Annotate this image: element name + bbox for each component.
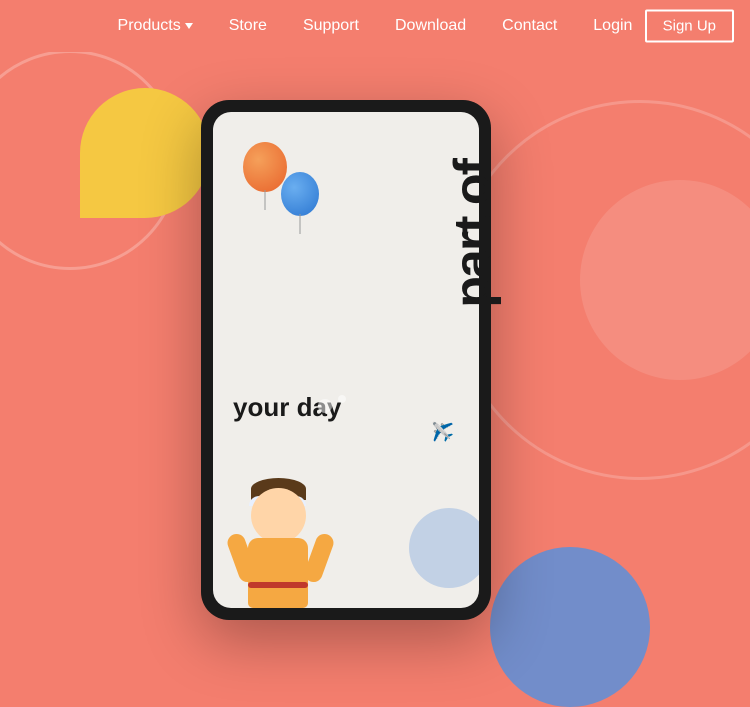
nav-support[interactable]: Support [303, 17, 359, 35]
signup-button[interactable]: Sign Up [645, 10, 734, 43]
bg-circle-top-left-outer [0, 50, 180, 270]
screen-circle-br [409, 508, 479, 588]
device-frame: your day ✈️ [201, 100, 491, 620]
nav-download[interactable]: Download [395, 17, 466, 35]
nav-store[interactable]: Store [229, 17, 267, 35]
device-mockup: your day ✈️ part of [201, 100, 491, 620]
balloon-blue [281, 172, 319, 216]
bubble-1 [318, 399, 332, 413]
bg-circle-bottom-right [490, 547, 650, 707]
char-stripe [248, 582, 308, 588]
airplane-icon: ✈️ [432, 422, 454, 443]
navbar: Products Store Support Download Contact … [0, 0, 750, 52]
bg-circle-right-large [450, 100, 750, 480]
yellow-shape [80, 88, 210, 218]
device-screen: your day ✈️ [213, 112, 479, 608]
nav-products[interactable]: Products [118, 17, 193, 35]
balloon-orange [243, 142, 287, 192]
nav-contact[interactable]: Contact [502, 17, 557, 35]
bubble-2 [338, 395, 346, 403]
nav-login[interactable]: Login [593, 17, 632, 35]
bg-circle-right-medium [580, 180, 750, 380]
char-body [248, 538, 308, 608]
chevron-down-icon [185, 23, 193, 29]
char-head [251, 488, 306, 543]
nav-products-label: Products [118, 17, 181, 35]
character [223, 448, 343, 608]
